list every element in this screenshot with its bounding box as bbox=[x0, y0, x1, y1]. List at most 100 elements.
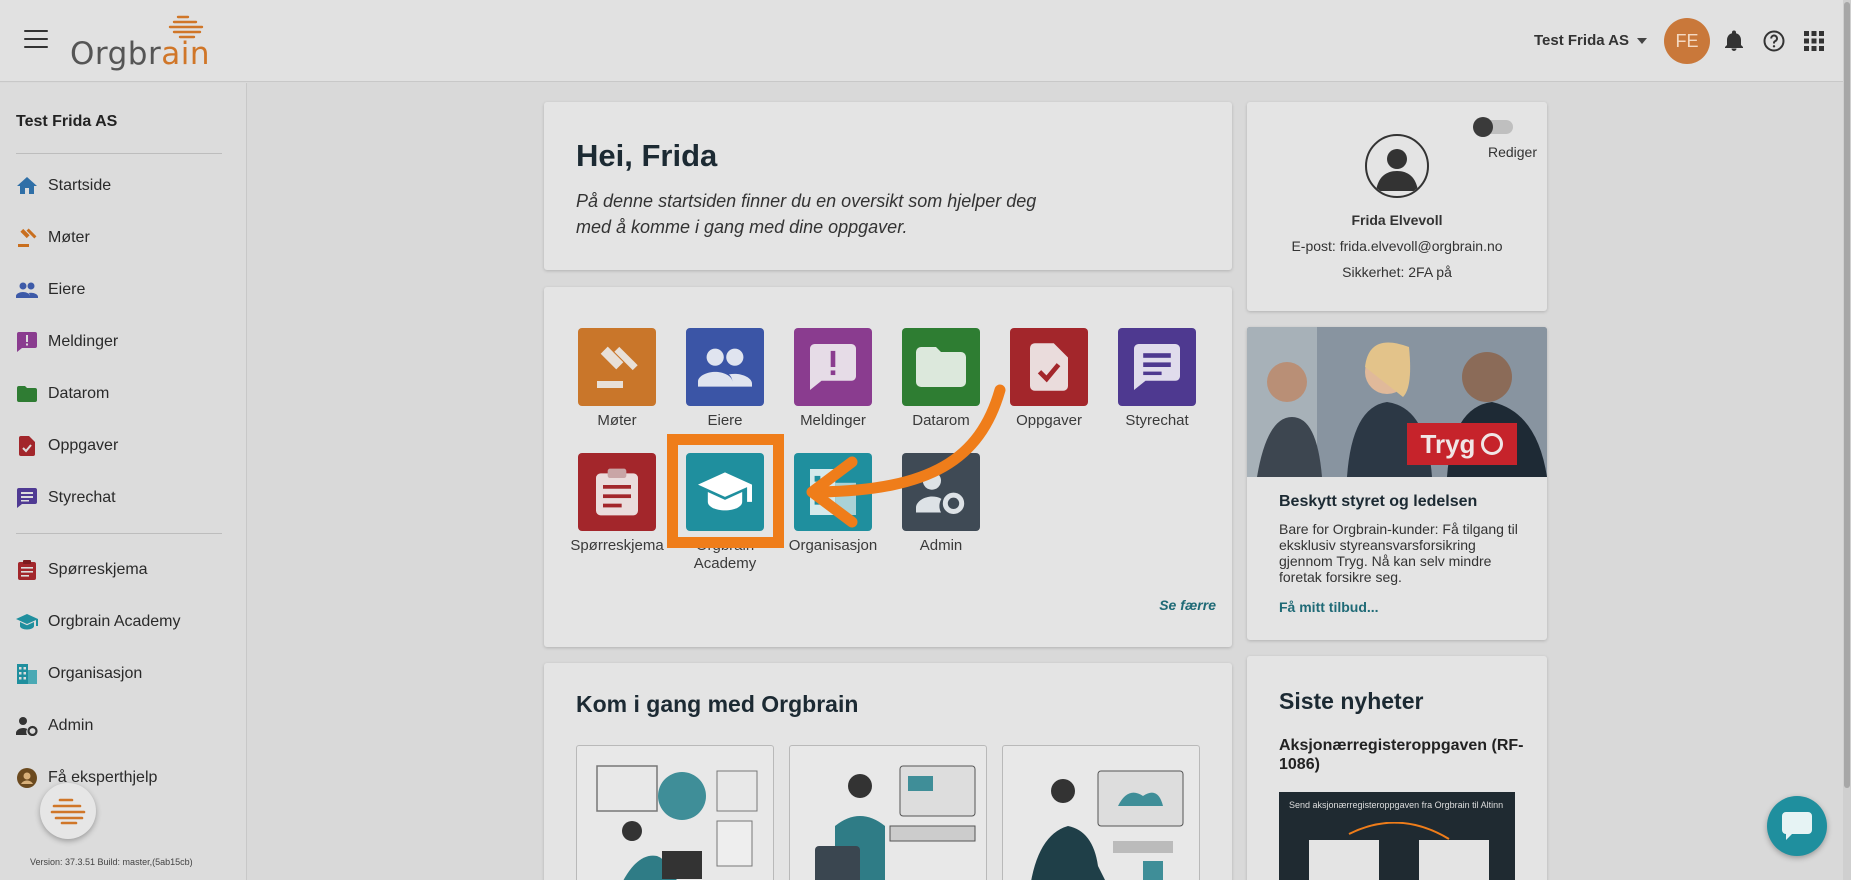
app-tile-sporreskjema[interactable]: Spørreskjema bbox=[567, 453, 667, 555]
edit-toggle[interactable] bbox=[1473, 117, 1513, 137]
version-info: Version: 37.3.51 Build: master,(5ab15cb) bbox=[30, 857, 193, 867]
get-started-title: Kom i gang med Orgbrain bbox=[576, 691, 859, 717]
orgbrain-logo[interactable]: Orgbrain bbox=[70, 14, 210, 72]
chat-bubble-icon bbox=[1782, 812, 1812, 840]
promo-title: Beskytt styret og ledelsen bbox=[1279, 493, 1478, 510]
sidebar-item-sporreskjema[interactable]: Spørreskjema bbox=[16, 557, 148, 583]
sidebar-item-styrechat[interactable]: Styrechat bbox=[16, 485, 116, 511]
logo-mark-icon bbox=[50, 798, 86, 825]
sidebar-item-label: Styrechat bbox=[48, 489, 116, 506]
logo-mark-icon bbox=[168, 15, 204, 39]
sidebar-item-meldinger[interactable]: Meldinger bbox=[16, 329, 118, 355]
graduation-cap-icon bbox=[16, 611, 38, 633]
welcome-subtitle: På denne startsiden finner du en oversik… bbox=[576, 191, 1037, 237]
news-image[interactable]: Send aksjonærregisteroppgaven fra Orgbra… bbox=[1279, 792, 1515, 880]
app-tile-label: Admin bbox=[919, 537, 963, 554]
tryg-logo: Tryg bbox=[1407, 423, 1517, 465]
chat-icon bbox=[1118, 328, 1196, 406]
get-started-item[interactable] bbox=[789, 745, 987, 880]
folder-icon bbox=[16, 383, 38, 405]
chat-support-button[interactable] bbox=[1767, 796, 1827, 856]
people-icon bbox=[686, 328, 764, 406]
sidebar-item-label: Møter bbox=[48, 229, 90, 246]
profile-name: Frida Elvevoll bbox=[1351, 212, 1443, 228]
sidebar-divider bbox=[16, 533, 222, 534]
apps-grid-icon[interactable] bbox=[1801, 28, 1827, 54]
news-title: Siste nyheter bbox=[1279, 688, 1424, 714]
people-icon bbox=[16, 279, 38, 301]
sidebar-item-admin[interactable]: Admin bbox=[16, 713, 93, 739]
news-card: Siste nyheter Aksjonærregisteroppgaven (… bbox=[1247, 656, 1547, 880]
user-avatar[interactable]: FE bbox=[1664, 18, 1710, 64]
app-tile-styrechat[interactable]: Styrechat bbox=[1107, 328, 1207, 430]
sidebar-item-label: Meldinger bbox=[48, 333, 119, 350]
app-tile-label: Møter bbox=[597, 412, 637, 429]
app-tile-label: Styrechat bbox=[1125, 412, 1189, 429]
news-image-caption: Send aksjonærregisteroppgaven fra Orgbra… bbox=[1289, 800, 1504, 810]
sidebar-item-label: Admin bbox=[48, 717, 94, 734]
gavel-icon bbox=[16, 227, 38, 249]
profile-avatar-icon bbox=[1365, 134, 1429, 198]
clipboard-icon bbox=[578, 453, 656, 531]
app-tile-label: Spørreskjema bbox=[570, 537, 664, 554]
message-alert-icon bbox=[16, 331, 38, 353]
gavel-icon bbox=[578, 328, 656, 406]
profile-security: Sikkerhet: 2FA på bbox=[1342, 264, 1452, 280]
scrollbar-thumb[interactable] bbox=[1844, 2, 1850, 788]
sidebar-item-datarom[interactable]: Datarom bbox=[16, 381, 109, 407]
sidebar-item-label: Startside bbox=[48, 177, 112, 194]
get-started-item[interactable] bbox=[1002, 745, 1200, 880]
sidebar-item-label: Oppgaver bbox=[48, 437, 119, 454]
get-started-item[interactable] bbox=[576, 745, 774, 880]
organization-selector[interactable]: Test Frida AS bbox=[1534, 32, 1648, 49]
task-icon bbox=[1010, 328, 1088, 406]
illustration-icon bbox=[596, 765, 758, 880]
app-tile-moter[interactable]: Møter bbox=[567, 328, 667, 430]
insurance-promo-card: Tryg Beskytt styret og ledelsen Bare for… bbox=[1247, 327, 1547, 640]
bell-icon[interactable] bbox=[1721, 28, 1747, 54]
organization-selector-label: Test Frida AS bbox=[1534, 32, 1630, 49]
top-bar: Orgbrain Test Frida AS FE bbox=[0, 0, 1851, 82]
menu-icon[interactable] bbox=[24, 30, 48, 50]
profile-card: Rediger Frida Elvevoll E-post: frida.elv… bbox=[1247, 102, 1547, 311]
app-tile-label: Eiere bbox=[707, 412, 743, 429]
caret-down-icon bbox=[1637, 37, 1648, 44]
task-icon bbox=[16, 435, 38, 457]
sidebar-org-name: Test Frida AS bbox=[16, 113, 118, 130]
clipboard-icon bbox=[16, 559, 38, 581]
sidebar-item-label: Spørreskjema bbox=[48, 561, 148, 578]
promo-text: Bare for Orgbrain-kunder: Få tilgang til… bbox=[1279, 521, 1518, 585]
transfer-diagram-icon bbox=[1309, 822, 1489, 880]
sidebar-item-eiere[interactable]: Eiere bbox=[16, 277, 85, 303]
get-started-card: Kom i gang med Orgbrain bbox=[544, 663, 1232, 880]
sidebar-item-label: Orgbrain Academy bbox=[48, 613, 181, 630]
edit-toggle-label: Rediger bbox=[1487, 144, 1537, 160]
sidebar-item-moter[interactable]: Møter bbox=[16, 225, 90, 251]
sidebar-item-orgbrain-academy[interactable]: Orgbrain Academy bbox=[16, 609, 181, 635]
sidebar-item-eksperthjelp[interactable]: Få eksperthjelp bbox=[16, 765, 157, 791]
news-headline[interactable]: Aksjonærregisteroppgaven (RF-1086) bbox=[1279, 736, 1529, 774]
sidebar-item-organisasjon[interactable]: Organisasjon bbox=[16, 661, 142, 687]
profile-email: E-post: frida.elvevoll@orgbrain.no bbox=[1291, 238, 1503, 254]
expert-icon bbox=[16, 767, 38, 789]
app-tile-label: Organisasjon bbox=[788, 537, 878, 554]
promo-image: Tryg bbox=[1247, 327, 1547, 477]
promo-offer-link[interactable]: Få mitt tilbud... bbox=[1279, 599, 1379, 615]
arrow-annotation-icon bbox=[806, 384, 1006, 528]
sidebar-item-startside[interactable]: Startside bbox=[16, 173, 111, 199]
illustration-icon bbox=[1031, 770, 1184, 880]
building-icon bbox=[16, 663, 38, 685]
sidebar-item-label: Datarom bbox=[48, 385, 110, 402]
sidebar-item-label: Organisasjon bbox=[48, 665, 143, 682]
sidebar-item-label: Eiere bbox=[48, 281, 86, 298]
see-less-link[interactable]: Se færre bbox=[1159, 597, 1216, 613]
help-icon[interactable] bbox=[1761, 28, 1787, 54]
chat-icon bbox=[16, 487, 38, 509]
app-tile-eiere[interactable]: Eiere bbox=[675, 328, 775, 430]
orgbrain-help-button[interactable] bbox=[40, 783, 96, 839]
sidebar-item-oppgaver[interactable]: Oppgaver bbox=[16, 433, 118, 459]
welcome-title: Hei, Frida bbox=[576, 138, 718, 173]
illustration-icon bbox=[815, 765, 976, 880]
sidebar-divider bbox=[16, 153, 222, 154]
page-scrollbar[interactable] bbox=[1843, 0, 1851, 880]
